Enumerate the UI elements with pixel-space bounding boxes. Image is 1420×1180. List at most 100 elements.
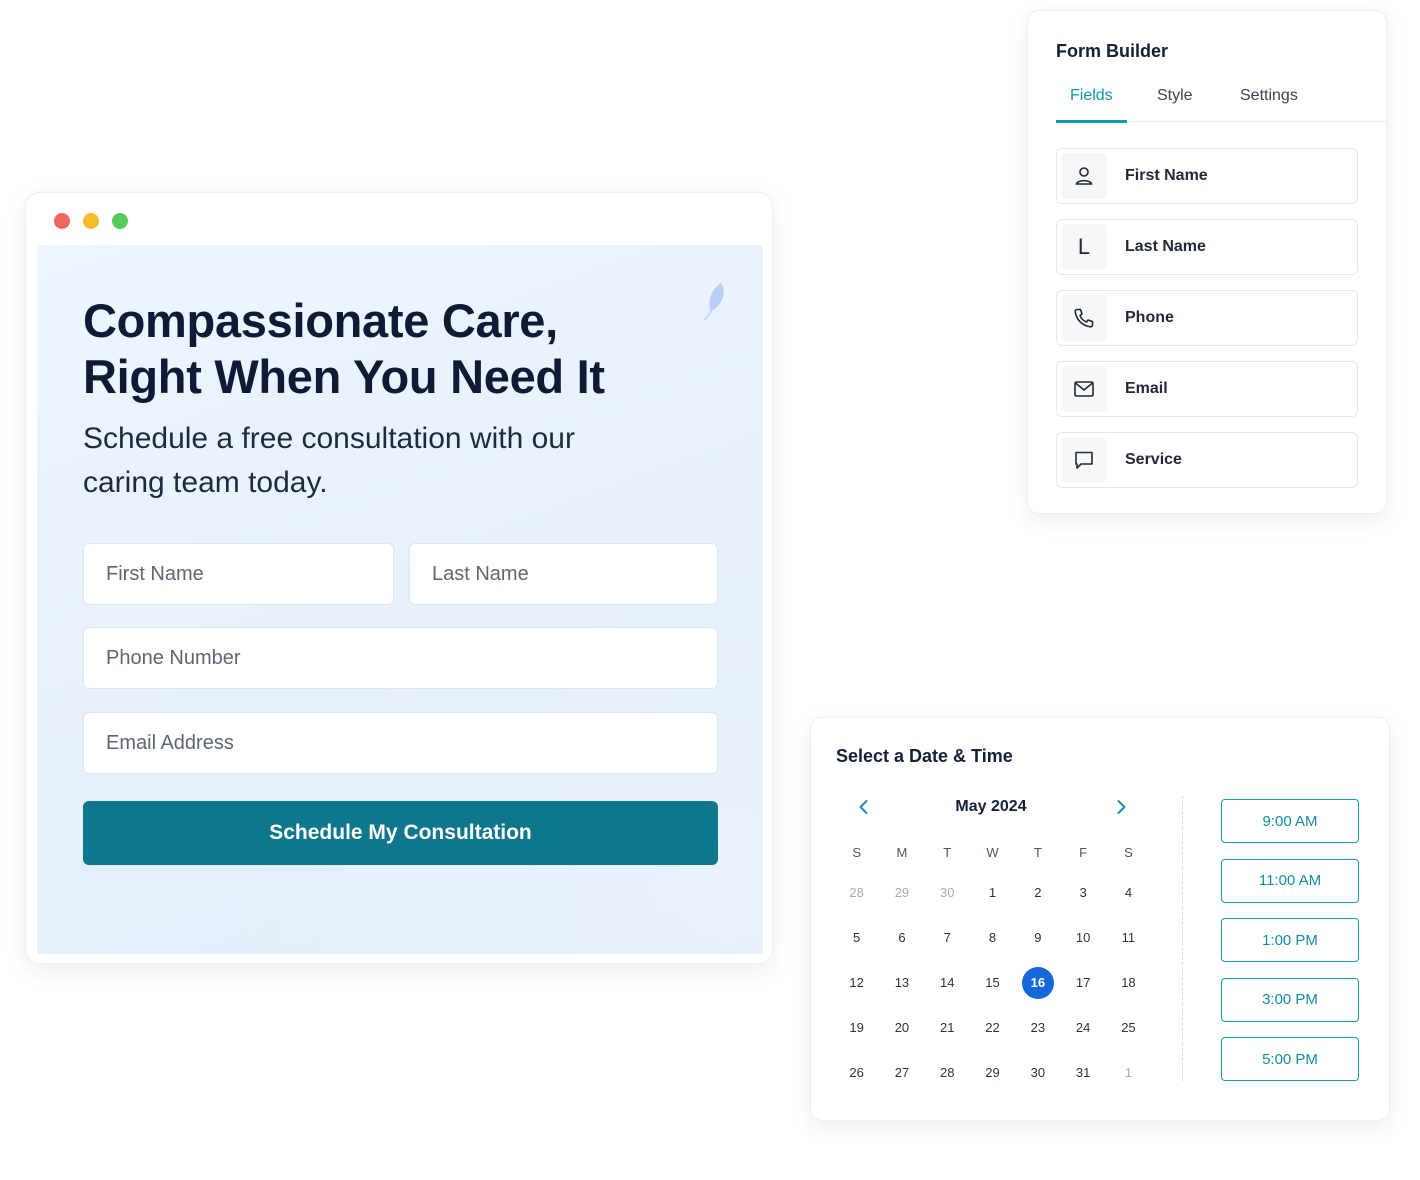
- phone-number-field[interactable]: Phone Number: [83, 627, 718, 689]
- tab-style[interactable]: Style: [1157, 87, 1193, 122]
- builder-field-label: Phone: [1125, 309, 1174, 326]
- schedule-consultation-button[interactable]: Schedule My Consultation: [83, 801, 718, 865]
- calendar-day[interactable]: 22: [970, 1012, 1015, 1044]
- calendar-day[interactable]: 28: [925, 1057, 970, 1089]
- calendar-day[interactable]: 26: [834, 1057, 879, 1089]
- next-month-button[interactable]: [1108, 794, 1134, 820]
- calendar-day[interactable]: 31: [1060, 1057, 1105, 1089]
- builder-field-email[interactable]: Email: [1056, 361, 1358, 417]
- builder-field-last-name[interactable]: L Last Name: [1056, 219, 1358, 275]
- calendar-day[interactable]: 20: [879, 1012, 924, 1044]
- form-builder-panel: Form Builder Fields Style Settings First…: [1027, 10, 1387, 514]
- close-window-dot[interactable]: [54, 213, 70, 229]
- calendar-day[interactable]: 11: [1106, 922, 1151, 954]
- tab-fields[interactable]: Fields: [1056, 87, 1127, 123]
- calendar-day[interactable]: 27: [879, 1057, 924, 1089]
- leaf-icon: [703, 283, 724, 321]
- time-slot-button[interactable]: 1:00 PM: [1221, 918, 1359, 962]
- weekday-label: M: [896, 844, 908, 860]
- weekday-label: T: [943, 844, 952, 860]
- calendar-day-outside-month[interactable]: 28: [834, 877, 879, 909]
- calendar-day[interactable]: 2: [1015, 877, 1060, 909]
- calendar-day[interactable]: 23: [1015, 1012, 1060, 1044]
- chevron-right-icon: [1117, 800, 1126, 814]
- calendar-day[interactable]: 1: [970, 877, 1015, 909]
- calendar-week-row: 28 29 30 1 2 3 4: [834, 870, 1151, 915]
- month-navigation: May 2024: [851, 794, 1131, 820]
- tab-settings[interactable]: Settings: [1240, 87, 1298, 122]
- phone-number-placeholder: Phone Number: [106, 646, 241, 669]
- hero-title: Compassionate Care, Right When You Need …: [83, 294, 605, 403]
- time-slot-button[interactable]: 5:00 PM: [1221, 1037, 1359, 1081]
- chat-bubble-icon: [1061, 437, 1107, 483]
- calendar-day-outside-month[interactable]: 29: [879, 877, 924, 909]
- last-name-placeholder: Last Name: [432, 562, 529, 585]
- hero-subtitle: Schedule a free consultation with our ca…: [83, 422, 575, 499]
- builder-field-first-name[interactable]: First Name: [1056, 148, 1358, 204]
- builder-field-label: Email: [1125, 380, 1168, 397]
- time-slot-list: 9:00 AM 11:00 AM 1:00 PM 3:00 PM 5:00 PM: [1221, 799, 1359, 1097]
- letter-l-icon: L: [1061, 224, 1107, 270]
- calendar-day[interactable]: 10: [1060, 922, 1105, 954]
- calendar-day-outside-month[interactable]: 1: [1106, 1057, 1151, 1089]
- person-icon: [1061, 153, 1107, 199]
- weekday-label: W: [986, 844, 999, 860]
- calendar-day[interactable]: 5: [834, 922, 879, 954]
- selected-day-number: 16: [1021, 966, 1054, 999]
- calendar-week-row: 19 20 21 22 23 24 25: [834, 1005, 1151, 1050]
- calendar-day[interactable]: 18: [1106, 967, 1151, 999]
- time-slot-button[interactable]: 11:00 AM: [1221, 858, 1359, 903]
- calendar-day[interactable]: 9: [1015, 922, 1060, 954]
- month-label: May 2024: [955, 798, 1027, 815]
- window-controls: [54, 213, 128, 229]
- builder-field-service[interactable]: Service: [1056, 432, 1358, 488]
- builder-field-label: Service: [1125, 451, 1182, 468]
- time-slot-button[interactable]: 3:00 PM: [1221, 977, 1359, 1022]
- calendar-day[interactable]: 24: [1060, 1012, 1105, 1044]
- maximize-window-dot[interactable]: [112, 213, 128, 229]
- weekday-label: F: [1079, 844, 1088, 860]
- minimize-window-dot[interactable]: [83, 213, 99, 229]
- first-name-placeholder: First Name: [106, 562, 204, 585]
- weekday-header-row: S M T W T F S: [834, 834, 1151, 870]
- calendar-day[interactable]: 14: [925, 967, 970, 999]
- calendar-day[interactable]: 29: [970, 1057, 1015, 1089]
- email-address-field[interactable]: Email Address: [83, 712, 718, 774]
- calendar-day[interactable]: 4: [1106, 877, 1151, 909]
- calendar-grid: S M T W T F S 28 29 30 1 2 3 4 5 6 7 8 9…: [834, 834, 1151, 1095]
- envelope-icon: [1061, 366, 1107, 412]
- letter-l-glyph: L: [1077, 234, 1091, 259]
- date-time-title: Select a Date & Time: [836, 746, 1013, 766]
- calendar-day[interactable]: 8: [970, 922, 1015, 954]
- calendar-day-selected[interactable]: 16: [1015, 966, 1060, 999]
- form-builder-tabs: Fields Style Settings: [1056, 87, 1386, 123]
- calendar-day[interactable]: 13: [879, 967, 924, 999]
- calendar-week-row: 26 27 28 29 30 31 1: [834, 1050, 1151, 1095]
- builder-field-label: Last Name: [1125, 238, 1206, 255]
- first-name-field[interactable]: First Name: [83, 543, 394, 605]
- calendar-day[interactable]: 7: [925, 922, 970, 954]
- calendar-day[interactable]: 3: [1060, 877, 1105, 909]
- weekday-label: S: [1124, 844, 1133, 860]
- calendar-day[interactable]: 17: [1060, 967, 1105, 999]
- consultation-hero: Compassionate Care, Right When You Need …: [37, 245, 763, 954]
- calendar-day[interactable]: 25: [1106, 1012, 1151, 1044]
- email-address-placeholder: Email Address: [106, 731, 234, 754]
- calendar-day[interactable]: 6: [879, 922, 924, 954]
- calendar-day-outside-month[interactable]: 30: [925, 877, 970, 909]
- landing-browser-window: Compassionate Care, Right When You Need …: [25, 192, 773, 964]
- time-slot-button[interactable]: 9:00 AM: [1221, 799, 1359, 843]
- calendar-day[interactable]: 21: [925, 1012, 970, 1044]
- builder-field-phone[interactable]: Phone: [1056, 290, 1358, 346]
- date-time-picker: Select a Date & Time May 2024 S M T W T …: [810, 717, 1390, 1121]
- calendar-day[interactable]: 30: [1015, 1057, 1060, 1089]
- calendar-week-row: 12 13 14 15 16 17 18: [834, 960, 1151, 1005]
- calendar-day[interactable]: 15: [970, 967, 1015, 999]
- calendar-day[interactable]: 19: [834, 1012, 879, 1044]
- weekday-label: T: [1033, 844, 1042, 860]
- weekday-label: S: [852, 844, 861, 860]
- form-builder-title: Form Builder: [1056, 41, 1169, 61]
- builder-field-label: First Name: [1125, 167, 1208, 184]
- last-name-field[interactable]: Last Name: [409, 543, 718, 605]
- calendar-day[interactable]: 12: [834, 967, 879, 999]
